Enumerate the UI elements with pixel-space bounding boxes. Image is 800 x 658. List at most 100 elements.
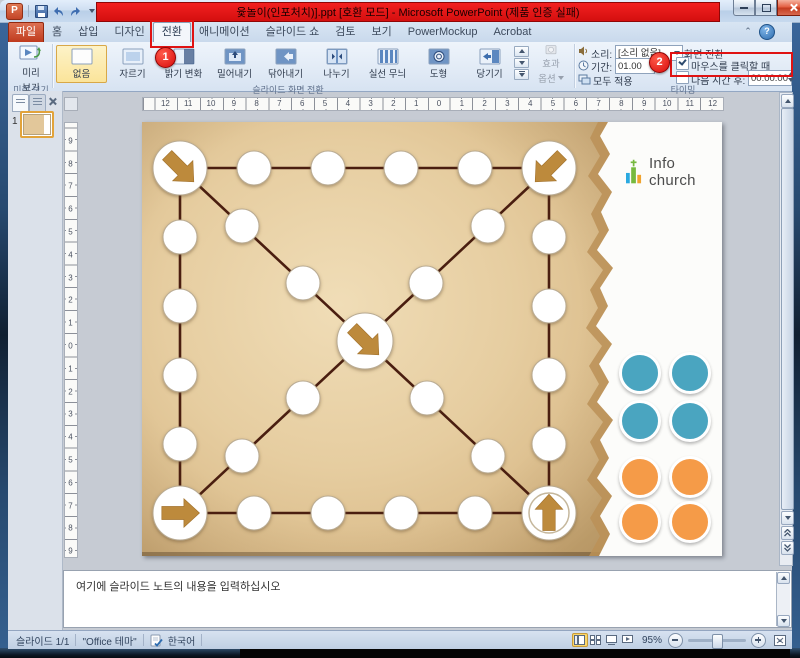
transition-wipe[interactable]: 닦아내기 [260,45,311,83]
slide-counter[interactable]: 슬라이드 1/1 [16,633,69,648]
scroll-down-button[interactable] [781,511,794,525]
tab-powermockup[interactable]: PowerMockup [400,23,486,42]
reading-view-button[interactable] [604,633,620,647]
game-piece-teal[interactable] [619,400,661,442]
notes-scrollbar[interactable] [776,572,790,626]
slide-thumbnail-image [23,114,51,135]
duration-label: 기간: [591,59,612,74]
zoom-in-button[interactable] [751,633,766,648]
ruler-number: 10 [206,99,217,109]
tab-file[interactable]: 파일 [8,22,44,42]
spellcheck-icon[interactable] [150,634,163,647]
ruler-number: 5 [66,456,75,465]
scrollbar-thumb[interactable] [781,108,794,510]
effect-options-icon [541,45,561,55]
triangle-up-icon [785,99,791,103]
preview-icon [19,44,43,64]
scroll-up-button[interactable] [781,94,794,108]
game-piece-orange[interactable] [669,501,711,543]
save-button[interactable] [34,4,48,18]
slide-icon [16,102,25,103]
ruler-number: 4 [66,250,75,259]
slide-sorter-view-button[interactable] [588,633,604,647]
tab-review[interactable]: 검토 [327,23,363,42]
tab-insert[interactable]: 삽입 [70,23,106,42]
gallery-scroll-up-button[interactable] [514,46,529,57]
outline-tab[interactable] [29,94,46,112]
game-piece-teal[interactable] [669,352,711,394]
gallery-more-icon [519,73,525,77]
slideshow-icon [622,635,633,645]
ruler-number: 3 [66,410,75,419]
minimize-ribbon-icon[interactable]: ⌃ [742,26,754,36]
tab-design[interactable]: 디자인 [106,23,152,42]
slides-tab[interactable] [12,94,29,112]
ruler-number: 3 [367,99,373,109]
fit-to-window-button[interactable] [772,633,788,647]
redo-button[interactable] [68,4,82,18]
tab-acrobat[interactable]: Acrobat [485,23,539,42]
language-indicator[interactable]: 한국어 [168,633,196,648]
ruler-number: 2 [66,296,75,305]
quick-access-toolbar: P [6,3,99,19]
minimize-button[interactable] [733,0,755,16]
tab-slideshow[interactable]: 슬라이드 쇼 [258,23,328,42]
zoom-slider[interactable] [688,639,746,642]
powerpoint-app-icon[interactable]: P [6,3,23,20]
tab-home[interactable]: 홈 [44,23,70,42]
ruler-number: 7 [66,182,75,191]
close-panel-icon[interactable] [47,96,58,107]
transition-none-icon [70,48,94,65]
annotation-box-on-click [670,52,793,77]
transition-cut[interactable]: 자르기 [107,45,158,83]
window-title: 윷놀이(인포처치)].ppt [호환 모드] - Microsoft Power… [236,4,579,20]
zoom-level[interactable]: 95% [642,635,662,646]
transition-shape[interactable]: 도형 [413,45,464,83]
help-button[interactable]: ? [759,24,775,40]
game-piece-orange[interactable] [669,456,711,498]
group-label-transitions: 슬라이드 화면 전환 [158,83,418,96]
horizontal-ruler[interactable]: 1211109876543210123456789101112 [142,97,724,111]
redo-icon [69,6,82,17]
zoom-slider-thumb[interactable] [712,634,723,649]
notes-scroll-up-button[interactable] [777,572,790,584]
slide-thumbnail[interactable] [20,111,54,138]
vertical-ruler[interactable]: 9876543210123456789 [64,122,78,558]
previous-slide-button[interactable] [781,526,794,540]
effect-options-button[interactable]: 효과 옵션 [532,45,570,85]
tab-view[interactable]: 보기 [364,23,400,42]
game-piece-orange[interactable] [619,501,661,543]
window-controls [733,0,800,16]
editor-scrollbar[interactable] [779,92,793,566]
transition-stripes[interactable]: 실선 무늬 [362,45,413,83]
transition-push[interactable]: 밀어내기 [209,45,260,83]
game-piece-teal[interactable] [619,352,661,394]
maximize-button[interactable] [755,0,777,16]
zoom-out-button[interactable] [668,633,683,648]
next-slide-button[interactable] [781,541,794,555]
game-piece-orange[interactable] [619,456,661,498]
transition-pull[interactable]: 당기기 [464,45,515,83]
tab-animations[interactable]: 애니메이션 [191,23,258,42]
notes-scroll-down-button[interactable] [777,615,790,627]
gallery-more-button[interactable] [514,69,529,80]
duration-clock-icon [578,60,589,71]
ruler-number: 12 [707,99,718,109]
triangle-down-icon [781,619,787,623]
theme-name[interactable]: "Office 테마" [82,633,136,648]
transition-none[interactable]: 없음 [56,45,107,83]
triangle-up-icon [519,49,525,53]
ruler-number: 11 [685,99,695,109]
slide-canvas[interactable]: Info church [142,122,722,556]
slideshow-view-button[interactable] [620,633,636,647]
notes-placeholder[interactable]: 여기에 슬라이드 노트의 내용을 입력하십시오 [76,578,281,594]
game-piece-teal[interactable] [669,400,711,442]
notes-pane[interactable]: 여기에 슬라이드 노트의 내용을 입력하십시오 [63,570,792,628]
normal-view-button[interactable] [572,633,588,647]
transition-split[interactable]: 나누기 [311,45,362,83]
tab-transitions[interactable]: 전환 [153,22,191,42]
gallery-scroll-down-button[interactable] [514,58,529,69]
close-button[interactable] [777,0,800,16]
undo-button[interactable] [51,4,65,18]
ruler-number: 12 [160,99,171,109]
